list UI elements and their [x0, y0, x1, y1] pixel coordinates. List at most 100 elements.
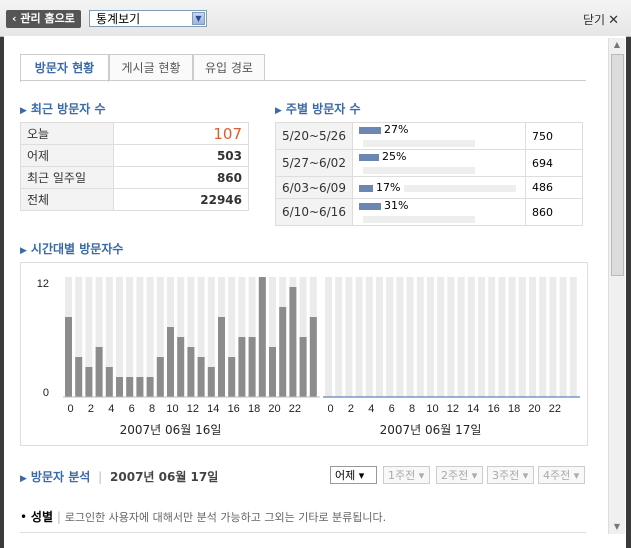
chart-bar	[187, 347, 195, 397]
table-row: 5/20~5/26 27% 750	[275, 122, 583, 150]
table-row: 최근 일주일 860	[20, 166, 249, 189]
tab-posts[interactable]: 게시글 현황	[109, 54, 193, 81]
chart-bar	[218, 317, 225, 397]
compare-select-3w[interactable]: 3주전 ▾	[487, 466, 534, 484]
compare-select-2w[interactable]: 2주전 ▾	[436, 466, 483, 484]
row-value: 503	[113, 144, 249, 167]
chart-bar	[248, 337, 256, 397]
chevron-down-icon: ▼	[192, 12, 205, 25]
divider: |	[98, 470, 103, 484]
week-bar-cell: 31%	[351, 198, 526, 226]
row-value: 22946	[113, 188, 249, 211]
chart-tick-label: 18	[508, 403, 520, 415]
home-button[interactable]: ‹ 관리 홈으로	[6, 10, 81, 28]
chart-bar	[207, 367, 215, 397]
chevron-down-icon: ▾	[522, 469, 529, 482]
week-percent: 17%	[375, 181, 401, 194]
week-bar-track	[362, 166, 475, 174]
chart-y-tick-label: 0	[43, 387, 49, 399]
chart-bar	[65, 317, 72, 397]
row-label: 오늘	[20, 122, 114, 145]
view-select[interactable]: 통계보기 ▼	[89, 10, 207, 27]
table-row: 6/03~6/09 17% 486	[275, 176, 583, 199]
chart-tick-label: 6	[129, 403, 135, 415]
chevron-down-icon: ▾	[573, 469, 580, 482]
scrollbar[interactable]: ▲ ▼	[608, 38, 625, 534]
chart-bar	[95, 347, 103, 397]
week-range: 6/03~6/09	[275, 176, 353, 199]
chart-tick-label: 10	[166, 403, 178, 415]
recent-visitors-title: 최근 방문자 수	[30, 102, 106, 116]
week-bar	[358, 153, 379, 161]
weekly-visitors-heading: ▶ 주별 방문자 수	[275, 100, 361, 117]
chart-bar	[269, 347, 276, 397]
weekly-visitors-title: 주별 방문자 수	[285, 102, 361, 116]
chart-bar-bg	[518, 277, 526, 397]
chart-bar	[258, 277, 266, 397]
table-row: 6/10~6/16 31% 860	[275, 198, 583, 226]
chart-bar-bg	[335, 277, 343, 397]
week-range: 5/20~5/26	[275, 122, 353, 150]
analysis-heading: ▶ 방문자 분석 | 2007년 06월 17일	[20, 468, 218, 485]
select-label: 어제	[335, 469, 356, 482]
week-bar	[358, 202, 381, 210]
chart-bar	[228, 357, 236, 397]
row-label: 전체	[20, 188, 114, 211]
close-icon: ✕	[608, 13, 619, 28]
chart-tick-label: 20	[268, 403, 280, 415]
bullet-icon: •	[20, 510, 28, 524]
chart-bar	[197, 357, 205, 397]
week-range: 5/27~6/02	[275, 149, 353, 177]
analysis-date: 2007년 06월 17일	[110, 470, 219, 484]
chart-bar-bg	[325, 277, 332, 397]
week-range: 6/10~6/16	[275, 198, 353, 226]
chart-bar	[146, 377, 154, 397]
chart-tick-label: 14	[467, 403, 479, 415]
row-value: 860	[113, 166, 249, 189]
scroll-up-icon[interactable]: ▲	[609, 38, 625, 52]
scroll-thumb[interactable]	[611, 54, 624, 276]
chart-tick-label: 10	[426, 403, 438, 415]
week-percent: 25%	[381, 150, 407, 163]
chart-bar-bg	[345, 277, 353, 397]
select-label: 3주전	[492, 469, 520, 482]
select-label: 2주전	[441, 469, 469, 482]
week-bar	[358, 126, 381, 134]
row-value: 107	[113, 122, 249, 145]
table-row: 5/27~6/02 25% 694	[275, 149, 583, 177]
table-row: 오늘 107	[20, 122, 249, 145]
chart-bar	[85, 367, 93, 397]
chart-tick-label: 18	[248, 403, 260, 415]
chart-tick-label: 16	[488, 403, 500, 415]
week-bar-cell: 17%	[351, 176, 526, 199]
compare-select-1w[interactable]: 1주전 ▾	[383, 466, 430, 484]
chevron-left-icon: ‹	[12, 12, 17, 25]
tab-visitors[interactable]: 방문자 현황	[20, 54, 109, 82]
hourly-heading: ▶ 시간대별 방문자수	[20, 240, 123, 257]
compare-select-yesterday[interactable]: 어제 ▾	[330, 466, 377, 484]
scroll-down-icon[interactable]: ▼	[609, 520, 625, 534]
chart-bar	[238, 337, 246, 397]
chart-tick-label: 0	[67, 403, 73, 415]
chart-bar-bg	[559, 277, 567, 397]
table-row: 전체 22946	[20, 188, 249, 211]
chart-tick-label: 4	[368, 403, 374, 415]
recent-visitors-table: 오늘 107 어제 503 최근 일주일 860 전체 22946	[20, 122, 249, 211]
close-button[interactable]: 닫기 ✕	[583, 11, 619, 28]
gender-note: 로그인한 사용자에 대해서만 분석 가능하고 그외는 기타로 분류됩니다.	[64, 511, 387, 524]
chart-bar-bg	[457, 277, 465, 397]
week-bar-cell: 25%	[351, 149, 526, 177]
week-bar-track	[362, 139, 475, 147]
chart-tick-label: 2	[88, 403, 94, 415]
chart-bar-bg	[549, 277, 557, 397]
chart-tick-label: 12	[187, 403, 199, 415]
chart-bar	[156, 357, 164, 397]
view-select-value: 통계보기	[96, 12, 141, 26]
compare-select-4w[interactable]: 4주전 ▾	[538, 466, 585, 484]
chart-bar	[279, 307, 287, 397]
chart-bar-bg	[569, 277, 577, 397]
tab-referrers[interactable]: 유입 경로	[193, 54, 265, 81]
arrow-icon: ▶	[20, 474, 27, 484]
chart-bar-bg	[478, 277, 485, 397]
chart-title: 2007년 06월 16일	[120, 423, 222, 437]
